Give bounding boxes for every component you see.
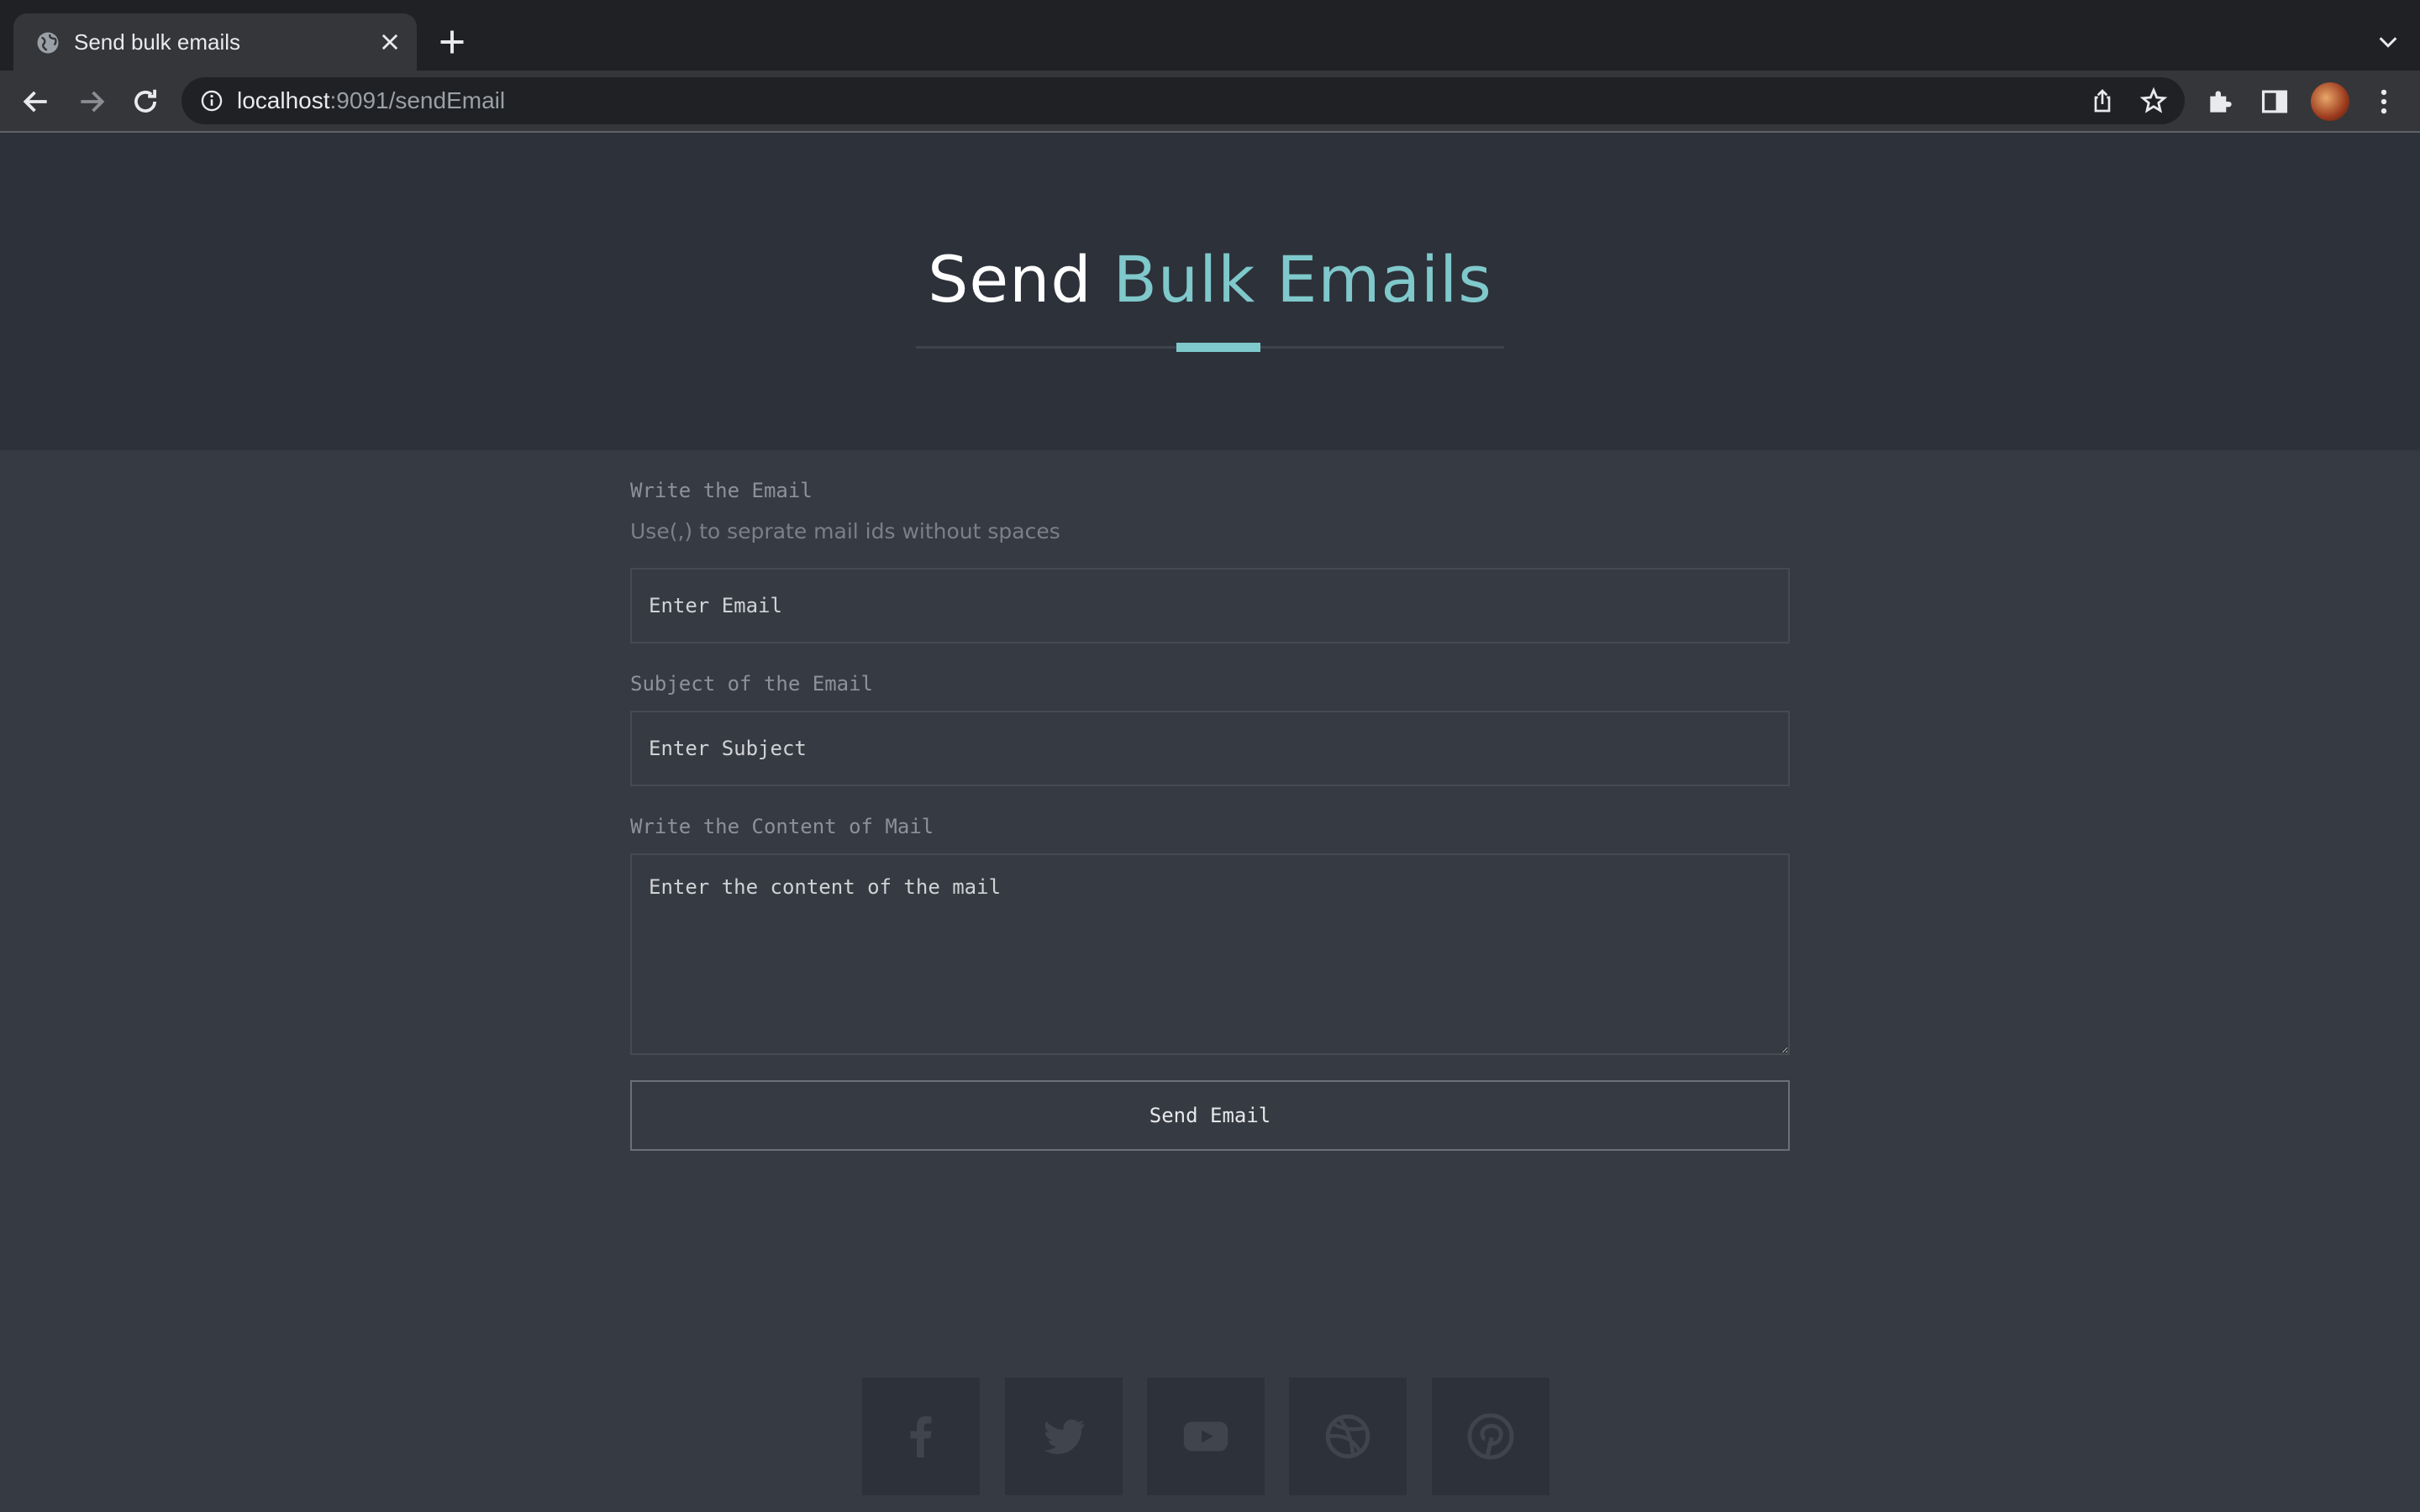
- page-header: Send Bulk Emails: [0, 133, 2420, 450]
- pinterest-link[interactable]: [1432, 1378, 1549, 1495]
- youtube-icon: [1183, 1421, 1228, 1452]
- address-url: localhost:9091/sendEmail: [237, 87, 506, 113]
- subject-field[interactable]: [630, 711, 1790, 786]
- email-field[interactable]: [630, 568, 1790, 643]
- twitter-link[interactable]: [1005, 1378, 1123, 1495]
- browser-tabstrip: Send bulk emails: [0, 0, 2420, 71]
- profile-avatar[interactable]: [2311, 82, 2349, 121]
- globe-icon: [37, 32, 59, 54]
- youtube-link[interactable]: [1147, 1378, 1265, 1495]
- more-vert-icon[interactable]: [2368, 86, 2400, 118]
- page-title: Send Bulk Emails: [928, 242, 1492, 317]
- reload-icon[interactable]: [129, 86, 161, 118]
- send-email-button[interactable]: Send Email: [630, 1080, 1790, 1151]
- bookmark-star-icon[interactable]: [2139, 87, 2168, 115]
- browser-tab[interactable]: Send bulk emails: [13, 13, 417, 71]
- email-hint: Use(,) to seprate mail ids without space…: [630, 519, 1060, 543]
- facebook-icon: [910, 1416, 932, 1457]
- facebook-link[interactable]: [862, 1378, 980, 1495]
- dribbble-icon: [1325, 1414, 1370, 1459]
- info-icon[interactable]: [200, 89, 224, 113]
- close-icon[interactable]: [378, 30, 402, 54]
- tab-title: Send bulk emails: [74, 29, 240, 55]
- side-panel-icon[interactable]: [2259, 86, 2291, 118]
- dribbble-link[interactable]: [1289, 1378, 1407, 1495]
- browser-toolbar: localhost:9091/sendEmail: [0, 71, 2420, 133]
- pinterest-icon: [1467, 1413, 1514, 1460]
- back-icon[interactable]: [20, 86, 52, 118]
- new-tab-icon[interactable]: [437, 27, 467, 57]
- forward-icon[interactable]: [76, 86, 108, 118]
- extensions-puzzle-icon[interactable]: [2205, 86, 2237, 118]
- content-label: Write the Content of Mail: [630, 815, 934, 838]
- subject-label: Subject of the Email: [630, 672, 873, 696]
- content-textarea[interactable]: [630, 853, 1790, 1055]
- title-accent-bar: [1176, 343, 1260, 352]
- share-icon[interactable]: [2089, 87, 2116, 114]
- email-label: Write the Email: [630, 479, 813, 502]
- address-bar[interactable]: localhost:9091/sendEmail: [182, 77, 2185, 124]
- chevron-down-icon[interactable]: [2376, 30, 2400, 54]
- twitter-icon: [1044, 1419, 1085, 1454]
